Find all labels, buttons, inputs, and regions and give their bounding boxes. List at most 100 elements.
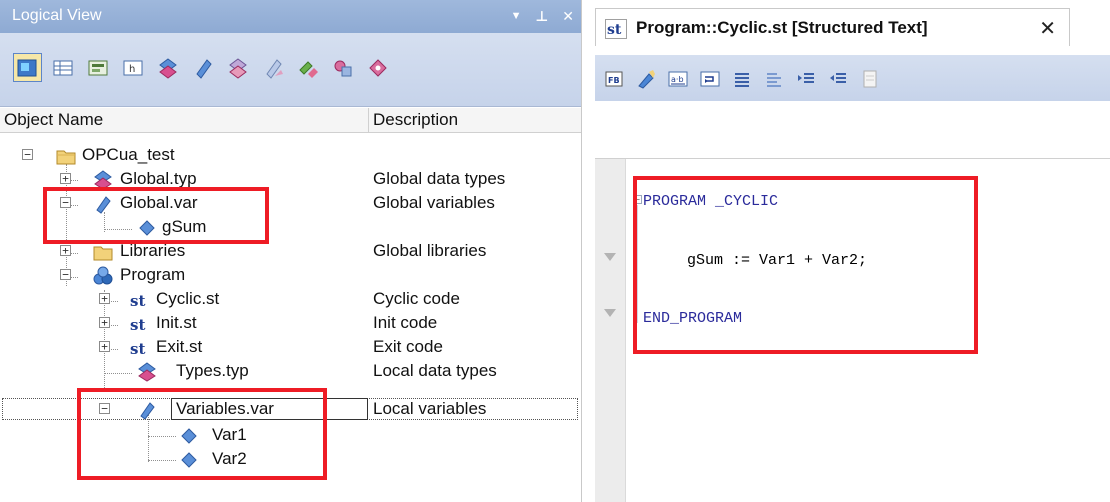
rename-input-border[interactable] — [171, 398, 368, 420]
expand-toggle[interactable]: + — [60, 173, 71, 184]
tree-row-cyclic-st[interactable]: + st Cyclic.st Cyclic code — [0, 288, 581, 312]
tree-description: Global data types — [373, 169, 506, 188]
editor-input-strip[interactable] — [595, 101, 1110, 159]
code-editor[interactable]: − PROGRAM _CYCLIC gSum := Var1 + Var2; E… — [595, 159, 1110, 502]
tree-description: Exit code — [373, 337, 443, 356]
tree-label: OPCua_test — [82, 145, 175, 164]
folder-icon — [92, 241, 114, 263]
expand-toggle[interactable]: + — [60, 245, 71, 256]
tree-label: Var2 — [212, 449, 247, 468]
tree-row-global-typ[interactable]: + Global.typ Global data types — [0, 168, 581, 192]
svg-text:FB: FB — [608, 76, 620, 85]
column-header-name[interactable]: Object Name — [4, 110, 103, 130]
group-icon[interactable] — [328, 53, 357, 82]
logical-view-icon[interactable] — [13, 53, 42, 82]
tree-label: Program — [120, 265, 186, 284]
tree-label: Global.typ — [120, 169, 197, 188]
align-icon[interactable] — [728, 65, 755, 92]
variable-icon[interactable] — [188, 53, 217, 82]
variable-icon — [178, 449, 200, 471]
expand-toggle[interactable]: + — [99, 293, 110, 304]
expand-toggle[interactable]: + — [99, 317, 110, 328]
function-block-icon[interactable]: FB — [600, 65, 627, 92]
comment-icon[interactable] — [760, 65, 787, 92]
dropdown-icon[interactable]: ▼ — [511, 8, 522, 25]
datatype-local-icon[interactable] — [223, 53, 252, 82]
logical-view-title: Logical View — [12, 7, 102, 24]
collapse-toggle[interactable]: − — [22, 149, 33, 160]
tree-label: Init.st — [156, 313, 197, 332]
svg-text:st: st — [607, 22, 622, 38]
tree-row-var2[interactable]: Var2 — [0, 448, 581, 472]
tree-description: Global variables — [373, 193, 495, 212]
tag-icon[interactable] — [363, 53, 392, 82]
collapse-toggle[interactable]: − — [60, 269, 71, 280]
st-file-icon: st — [128, 313, 150, 335]
breakpoint-marker-icon[interactable] — [604, 309, 616, 317]
variable-icon — [136, 217, 158, 239]
page-icon[interactable] — [856, 65, 883, 92]
code-line-2: gSum := Var1 + Var2; — [687, 252, 868, 269]
tree-label: Exit.st — [156, 337, 203, 356]
indent-icon[interactable] — [792, 65, 819, 92]
tree-row-opcua-test[interactable]: − OPCua_test — [0, 144, 581, 168]
variable-icon — [92, 193, 114, 215]
outdent-icon[interactable] — [824, 65, 851, 92]
datatype-icon — [136, 361, 158, 383]
st-file-icon: st — [605, 19, 627, 39]
tree-row-types-typ[interactable]: Types.typ Local data types — [0, 360, 581, 384]
variable-icon — [178, 425, 200, 447]
table-icon[interactable] — [48, 53, 77, 82]
fold-guide — [637, 205, 638, 323]
svg-text:st: st — [130, 316, 145, 334]
form-icon[interactable] — [83, 53, 112, 82]
tree-label: gSum — [162, 217, 207, 236]
editor-toolbar: FB a·b — [595, 55, 1110, 101]
breakpoint-marker-icon[interactable] — [604, 253, 616, 261]
tree-row-libraries[interactable]: + Libraries Global libraries — [0, 240, 581, 264]
replace-icon[interactable]: a·b — [664, 65, 691, 92]
tab-cyclic-st[interactable]: st Program::Cyclic.st [Structured Text] … — [595, 8, 1070, 46]
tree-label: Global.var — [120, 193, 198, 212]
collapse-toggle[interactable]: − — [60, 197, 71, 208]
svg-text:st: st — [130, 340, 145, 358]
st-file-icon: st — [128, 337, 150, 359]
tree-row-gsum[interactable]: gSum — [0, 216, 581, 240]
svg-text:st: st — [130, 292, 145, 310]
insert-icon[interactable] — [696, 65, 723, 92]
logical-view-toolbar: h — [0, 33, 581, 107]
datatype-icon[interactable] — [153, 53, 182, 82]
code-line-1: PROGRAM _CYCLIC — [643, 193, 778, 210]
tree-description: Init code — [373, 313, 438, 332]
tree-row-program[interactable]: − Program — [0, 264, 581, 288]
close-tab-icon[interactable]: ✕ — [1039, 16, 1056, 41]
tree-row-var1[interactable]: Var1 — [0, 424, 581, 448]
close-icon[interactable]: ✕ — [562, 8, 574, 25]
pencil-icon[interactable] — [632, 65, 659, 92]
connect-icon[interactable] — [293, 53, 322, 82]
tree-label: Var1 — [212, 425, 247, 444]
tree-description: Cyclic code — [373, 289, 460, 308]
editor-gutter — [595, 159, 626, 502]
svg-text:h: h — [129, 64, 135, 75]
column-divider[interactable] — [368, 108, 369, 133]
editor-panel: st Program::Cyclic.st [Structured Text] … — [582, 0, 1110, 502]
help-icon[interactable]: h — [118, 53, 147, 82]
tree-row-exit-st[interactable]: + st Exit.st Exit code — [0, 336, 581, 360]
column-header-description[interactable]: Description — [373, 110, 458, 130]
variable-local-icon[interactable] — [258, 53, 287, 82]
fold-toggle-icon[interactable]: − — [633, 195, 642, 204]
tree-label: Types.typ — [176, 361, 249, 380]
tree-label: Libraries — [120, 241, 186, 260]
pin-icon[interactable]: ⊥ — [535, 8, 548, 25]
code-line-3: END_PROGRAM — [643, 310, 743, 327]
tree-row-global-var[interactable]: − Global.var Global variables — [0, 192, 581, 216]
svg-text:a·b: a·b — [671, 75, 684, 84]
tree-row-init-st[interactable]: + st Init.st Init code — [0, 312, 581, 336]
st-file-icon: st — [128, 289, 150, 311]
title-controls: ▼ ⊥ ✕ — [511, 8, 574, 25]
datatype-icon — [92, 169, 114, 191]
tab-title: Program::Cyclic.st [Structured Text] — [636, 18, 928, 37]
expand-toggle[interactable]: + — [99, 341, 110, 352]
tree-description: Global libraries — [373, 241, 487, 260]
